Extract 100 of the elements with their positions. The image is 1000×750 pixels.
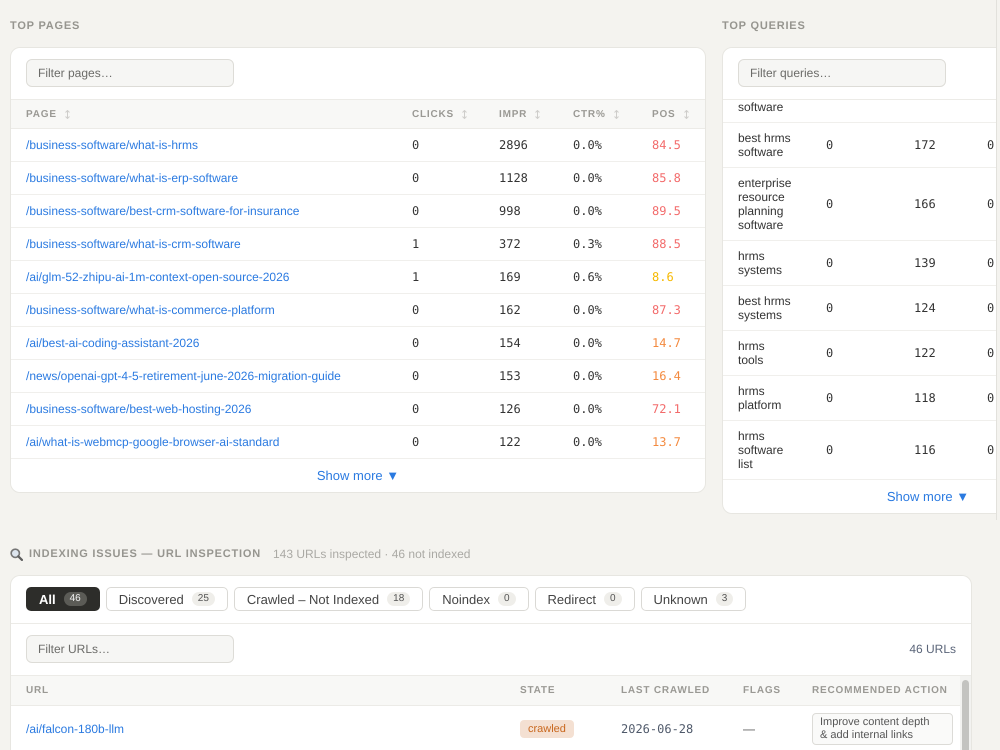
table-cell: 0 (826, 256, 834, 270)
page-link[interactable]: /business-software/what-is-erp-software (26, 171, 238, 185)
column-header: RECOMMENDED ACTION (812, 685, 948, 696)
query-text: hrms software list (738, 429, 784, 471)
filter-tab[interactable]: Crawled – Not Indexed 18 (234, 587, 424, 611)
page-link[interactable]: /business-software/what-is-crm-software (26, 237, 241, 251)
table-cell: 0 (412, 435, 420, 449)
filter-field[interactable]: Filter URLs… (26, 635, 234, 663)
table-cell: 14.7 (652, 336, 681, 350)
table-cell: 88.5 (652, 237, 681, 251)
page-link[interactable]: /news/openai-gpt-4-5-retirement-june-2026-migration-guide (26, 369, 341, 383)
query-text: best hrms systems (738, 294, 792, 322)
table-cell: 72.1 (652, 402, 681, 416)
tab-count: 25 (192, 592, 215, 606)
page-link[interactable]: /business-software/best-web-hosting-2026 (26, 402, 252, 416)
page-link[interactable]: /business-software/what-is-commerce-platform (26, 303, 275, 317)
table-cell: 0 (826, 197, 834, 211)
page-link[interactable]: /ai/best-ai-coding-assistant-2026 (26, 336, 200, 350)
sort-icon[interactable] (462, 110, 468, 118)
section-title: TOP PAGES (10, 20, 80, 32)
column-header[interactable]: CLICKS (412, 108, 468, 120)
table-cell: 162 (499, 303, 521, 317)
table-cell: 2026-06-28 (621, 722, 694, 736)
filter-tab[interactable]: Redirect 0 (534, 587, 635, 611)
section-title: TOP QUERIES (722, 20, 806, 32)
sort-icon[interactable] (614, 110, 619, 118)
table-cell: 0 (826, 346, 834, 360)
page-link[interactable]: /business-software/what-is-hrms (26, 138, 198, 152)
table-cell: 0 (987, 301, 994, 315)
tab-count: 18 (387, 592, 410, 606)
table-cell: 169 (499, 270, 521, 284)
table-cell: 0 (826, 391, 834, 405)
tab-count: 0 (498, 592, 516, 606)
table-cell: 122 (914, 346, 936, 360)
filter-tab[interactable]: Unknown 3 (640, 587, 746, 611)
table-cell: 0 (826, 301, 834, 315)
column-header: STATE (520, 685, 556, 696)
table-cell: 8.6 (652, 270, 674, 284)
filter-tab[interactable]: All 46 (26, 587, 100, 611)
table-cell: 0.0% (573, 303, 602, 317)
table-cell: 0.0% (573, 336, 602, 350)
table-cell: 0 (987, 443, 994, 457)
table-cell: 124 (914, 301, 936, 315)
query-text: hrms systems (738, 249, 784, 277)
table-cell: 87.3 (652, 303, 681, 317)
column-header[interactable]: IMPR (499, 108, 540, 120)
filter-tab[interactable]: Noindex 0 (429, 587, 529, 611)
table-cell: — (743, 722, 755, 736)
table-cell: 0 (987, 346, 994, 360)
table-cell: 0.6% (573, 270, 602, 284)
table-cell: 118 (914, 391, 936, 405)
query-text: best hrms software (738, 131, 792, 159)
table-cell: 1128 (499, 171, 528, 185)
table-cell: 0 (412, 204, 420, 218)
tab-count: 46 (64, 592, 87, 606)
tab-count: 0 (604, 592, 622, 606)
column-header: FLAGS (743, 685, 781, 696)
table-cell: 0 (412, 138, 420, 152)
sort-icon[interactable] (684, 110, 689, 118)
query-text: software (738, 100, 784, 114)
table-cell: 0 (412, 336, 420, 350)
tab-count: 3 (716, 592, 734, 606)
column-header[interactable]: PAGE (26, 108, 70, 120)
table-cell: 85.8 (652, 171, 681, 185)
scrollbar-thumb[interactable] (962, 680, 969, 750)
table-cell: 153 (499, 369, 521, 383)
filter-tab[interactable]: Discovered 25 (106, 587, 228, 611)
column-header[interactable]: POS (652, 108, 689, 120)
query-text: enterprise resource planning software (738, 176, 792, 232)
table-cell: 166 (914, 197, 936, 211)
page-link[interactable]: /ai/what-is-webmcp-google-browser-ai-standard (26, 435, 280, 449)
state-tag: crawled (520, 720, 574, 738)
page-link[interactable]: /ai/glm-52-zhipu-ai-1m-context-open-source-2026 (26, 270, 290, 284)
table-cell: 0 (412, 171, 420, 185)
table-cell: 154 (499, 336, 521, 350)
column-header: URL (26, 685, 49, 696)
table-cell: 2896 (499, 138, 528, 152)
table-cell: 0 (987, 256, 994, 270)
show-more-button[interactable]: Show more ▼ (886, 489, 970, 504)
sort-icon[interactable] (535, 110, 540, 118)
table-cell: 998 (499, 204, 521, 218)
page-link[interactable]: /business-software/best-crm-software-for-insurance (26, 204, 300, 218)
table-cell: 0 (412, 369, 420, 383)
table-cell: 0.0% (573, 435, 602, 449)
query-text: hrms platform (738, 384, 782, 412)
column-header[interactable]: CTR% (573, 108, 619, 120)
sort-icon[interactable] (64, 110, 70, 118)
show-more-button[interactable]: Show more ▼ (316, 468, 400, 483)
action-button[interactable]: Improve content depth & add internal links (812, 713, 953, 745)
url-link[interactable]: /ai/falcon-180b-llm (26, 722, 124, 736)
table-cell: 116 (914, 443, 936, 457)
table-cell: 0.0% (573, 369, 602, 383)
table-cell: 16.4 (652, 369, 681, 383)
filter-field[interactable]: Filter queries… (738, 59, 946, 87)
table-cell: 0 (987, 138, 994, 152)
url-count: 46 URLs (909, 642, 956, 656)
table-cell: 1 (412, 237, 420, 251)
table-cell: 0.0% (573, 138, 602, 152)
table-cell: 1 (412, 270, 420, 284)
filter-field[interactable]: Filter pages… (26, 59, 234, 87)
